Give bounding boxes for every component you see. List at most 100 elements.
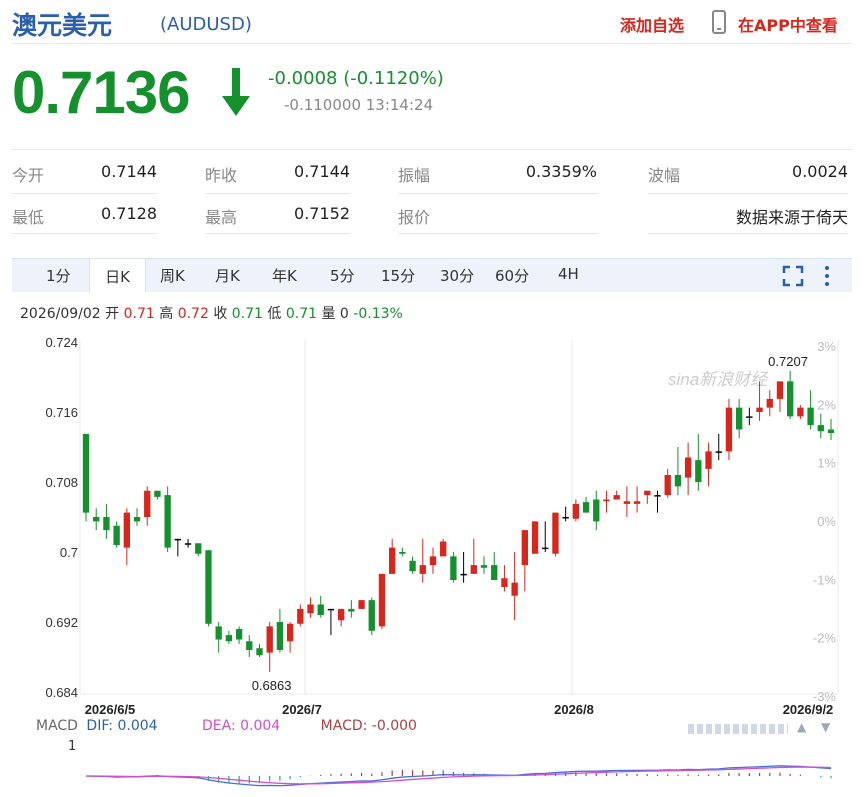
tab-30min[interactable]: 30分 bbox=[440, 265, 474, 286]
candle-body bbox=[664, 475, 671, 496]
candle-body bbox=[235, 629, 243, 640]
stat-open-value: 0.7144 bbox=[101, 162, 157, 181]
info-pct: -0.13% bbox=[353, 306, 403, 322]
candle-body bbox=[695, 460, 702, 482]
candle-body bbox=[603, 499, 610, 502]
x-tick-label: 2026/6/5 bbox=[85, 702, 136, 717]
candle-body bbox=[409, 560, 416, 572]
view-in-app-button[interactable]: 在APP中查看 bbox=[738, 12, 838, 36]
macd-legend: MACD DIF: 0.004 DEA: 0.004 MACD: -0.000 bbox=[36, 718, 417, 734]
stat-high-label: 最高 bbox=[205, 208, 238, 227]
info-high-value: 0.72 bbox=[177, 306, 209, 322]
info-high-label: 高 bbox=[159, 306, 174, 322]
y-tick-label: 0.692 bbox=[45, 615, 78, 630]
candle-body bbox=[389, 547, 396, 574]
y-tick-label: 0.684 bbox=[45, 685, 78, 700]
y-tick-label: 0.7 bbox=[60, 545, 78, 560]
candlestick-chart[interactable]: 0.724 0.716 0.708 0.7 0.692 0.684 3% 2% 1% 0% -1% -… bbox=[0, 330, 865, 718]
candle-body bbox=[378, 573, 386, 627]
candle-body bbox=[93, 517, 100, 522]
candle-body bbox=[552, 512, 559, 554]
phone-icon bbox=[712, 10, 726, 34]
instrument-name: 澳元美元 bbox=[12, 11, 113, 40]
candle-body bbox=[684, 457, 692, 478]
tab-60min[interactable]: 60分 bbox=[495, 265, 529, 286]
scrollbar-track[interactable] bbox=[688, 724, 788, 734]
stat-row-line bbox=[648, 193, 848, 194]
candle-body bbox=[286, 623, 294, 642]
min-label: 0.6863 bbox=[252, 678, 292, 693]
candle-body bbox=[205, 550, 212, 624]
candle-body bbox=[82, 433, 90, 513]
macd-up-icon[interactable]: ▲ bbox=[797, 720, 806, 734]
candle-body bbox=[582, 502, 590, 513]
more-options-icon[interactable] bbox=[822, 265, 832, 291]
info-vol-value: 0 bbox=[339, 306, 349, 322]
candle-body bbox=[562, 517, 569, 519]
stat-amp-label: 振幅 bbox=[398, 166, 431, 185]
tab-4h[interactable]: 4H bbox=[558, 265, 579, 283]
tab-15min[interactable]: 15分 bbox=[381, 265, 415, 286]
candle-body bbox=[174, 538, 182, 541]
stat-row-line bbox=[205, 193, 350, 194]
stat-row-line bbox=[12, 233, 157, 234]
price-sub: -0.110000 13:14:24 bbox=[284, 96, 434, 114]
candle-body bbox=[327, 608, 335, 611]
candle-body bbox=[766, 398, 773, 408]
candle-body bbox=[817, 425, 824, 432]
candle-body bbox=[542, 547, 549, 550]
candle-body bbox=[195, 543, 202, 554]
stats-divider bbox=[12, 149, 852, 150]
stat-row-line bbox=[648, 233, 848, 234]
info-open-value: 0.71 bbox=[123, 306, 155, 322]
macd-down-icon[interactable]: ▼ bbox=[821, 720, 830, 734]
info-low-label: 低 bbox=[267, 306, 282, 322]
candle-body bbox=[654, 495, 661, 497]
candle-body bbox=[511, 582, 518, 596]
current-price: 0.7136 bbox=[12, 59, 191, 126]
candle-body bbox=[735, 407, 743, 430]
candle-body bbox=[317, 604, 324, 615]
tab-1min[interactable]: 1分 bbox=[46, 265, 71, 286]
candle-body bbox=[593, 499, 600, 522]
period-tabs: 1分 日K 周K 月K 年K 5分 15分 30分 60分 4H bbox=[12, 258, 852, 293]
info-close-value: 0.71 bbox=[231, 306, 263, 322]
candle-body bbox=[215, 626, 222, 640]
pct-tick-label: 1% bbox=[817, 456, 836, 471]
candle-body bbox=[297, 608, 304, 624]
fullscreen-icon[interactable] bbox=[782, 265, 804, 291]
candle-body bbox=[480, 565, 488, 568]
instrument-code: (AUDUSD) bbox=[160, 14, 252, 35]
stat-amp-value: 0.3359% bbox=[525, 162, 597, 181]
info-date: 2026/09/02 bbox=[20, 306, 101, 322]
pct-tick-label: 0% bbox=[817, 514, 836, 529]
add-watchlist-button[interactable]: 添加自选 bbox=[620, 12, 684, 36]
candle-body bbox=[776, 381, 784, 399]
tab-daily-k[interactable]: 日K bbox=[89, 258, 146, 293]
info-open-label: 开 bbox=[105, 306, 120, 322]
candle-body bbox=[307, 604, 314, 614]
candle-body bbox=[674, 475, 682, 487]
stat-row-line bbox=[205, 233, 350, 234]
tab-weekly-k[interactable]: 周K bbox=[160, 265, 185, 286]
stat-row-line bbox=[398, 233, 598, 234]
candle-body bbox=[440, 541, 447, 557]
max-label: 0.7207 bbox=[768, 354, 808, 369]
candle-body bbox=[644, 490, 651, 496]
tab-5min[interactable]: 5分 bbox=[330, 265, 355, 286]
candle-body bbox=[184, 543, 192, 545]
tab-monthly-k[interactable]: 月K bbox=[215, 265, 240, 286]
candle-body bbox=[531, 521, 539, 554]
stat-row-line bbox=[12, 193, 157, 194]
candle-body bbox=[613, 495, 620, 500]
candle-body bbox=[470, 565, 477, 574]
macd-dea: DEA: 0.004 bbox=[202, 718, 281, 734]
stat-row-line bbox=[398, 193, 598, 194]
candle-body bbox=[154, 490, 161, 497]
macd-chart bbox=[85, 765, 832, 787]
candle-body bbox=[144, 490, 151, 517]
tab-yearly-k[interactable]: 年K bbox=[272, 265, 297, 286]
stat-quote-label: 报价 bbox=[398, 208, 431, 227]
candle-body bbox=[113, 525, 120, 545]
candle-body bbox=[787, 381, 794, 417]
